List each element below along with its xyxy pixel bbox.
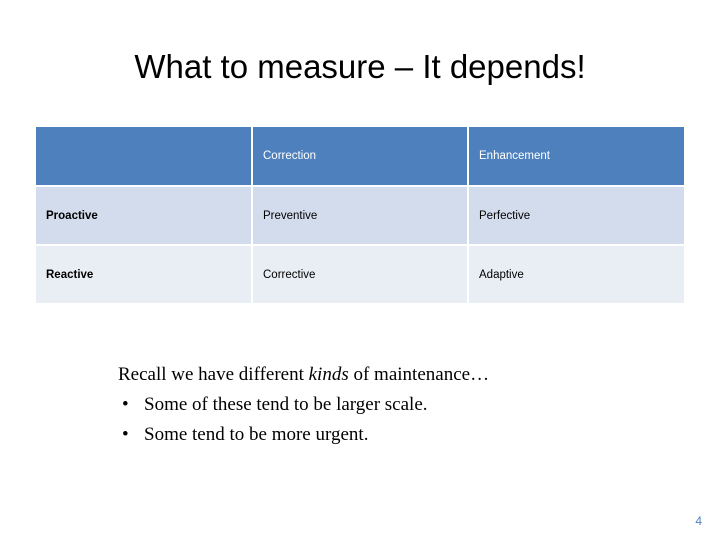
lead-after: of maintenance… [348, 364, 490, 385]
bullet-list: • Some of these tend to be larger scale. … [118, 390, 678, 450]
body-text-block: Recall we have different kinds of mainte… [118, 360, 678, 450]
table-row-label-proactive: Proactive [36, 185, 252, 245]
table-cell-corrective: Corrective [251, 244, 468, 303]
table-header-correction: Correction [251, 127, 468, 186]
table-header-enhancement: Enhancement [467, 127, 684, 186]
table-row-label-reactive: Reactive [36, 244, 252, 303]
table-row: Reactive Corrective Adaptive [36, 244, 684, 303]
table-header-row: Correction Enhancement [36, 127, 684, 186]
list-item-label: Some tend to be more urgent. [144, 424, 369, 445]
table-row: Proactive Preventive Perfective [36, 185, 684, 245]
list-item-label: Some of these tend to be larger scale. [144, 394, 428, 415]
table-cell-perfective: Perfective [467, 185, 684, 245]
lead-sentence: Recall we have different kinds of mainte… [118, 360, 678, 390]
table-header-blank [36, 127, 252, 186]
lead-before: Recall we have different [118, 364, 309, 385]
page-number: 4 [695, 514, 702, 528]
page-title: What to measure – It depends! [134, 48, 586, 85]
table-cell-preventive: Preventive [251, 185, 468, 245]
list-item: • Some of these tend to be larger scale. [118, 390, 678, 420]
list-item: • Some tend to be more urgent. [118, 420, 678, 450]
lead-italic: kinds [308, 364, 349, 385]
slide: What to measure – It depends! Correction… [0, 0, 720, 540]
bullet-icon: • [122, 424, 129, 445]
maintenance-kinds-table: Correction Enhancement Proactive Prevent… [36, 127, 684, 303]
table-cell-adaptive: Adaptive [467, 244, 684, 303]
bullet-icon: • [122, 394, 129, 415]
